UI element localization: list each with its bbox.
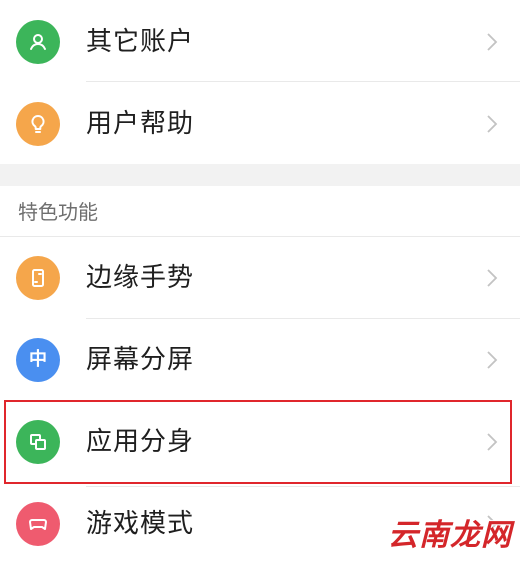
settings-item-label: 其它账户: [86, 27, 195, 57]
section-title: 特色功能: [18, 200, 98, 224]
chevron-right-icon: [487, 33, 498, 51]
watermark-logo: 云南龙网: [388, 518, 512, 553]
settings-item-label: 边缘手势: [86, 263, 195, 293]
phone-edge-icon: [16, 256, 60, 300]
settings-item-other-accounts[interactable]: 其它账户: [0, 2, 520, 82]
settings-item-app-clone[interactable]: 应用分身: [0, 402, 520, 482]
chevron-right-icon: [487, 269, 498, 287]
settings-item-edge-gestures[interactable]: 边缘手势: [0, 238, 520, 318]
settings-item-label: 屏幕分屏: [86, 345, 195, 375]
settings-item-split-screen[interactable]: 中 屏幕分屏: [0, 320, 520, 400]
divider: [86, 81, 520, 82]
split-screen-icon: 中: [16, 338, 60, 382]
chevron-right-icon: [487, 351, 498, 369]
settings-item-label: 应用分身: [86, 427, 195, 457]
settings-item-label: 游戏模式: [86, 509, 195, 539]
divider: [86, 318, 520, 319]
user-icon: [16, 20, 60, 64]
lightbulb-icon: [16, 102, 60, 146]
section-separator: [0, 164, 520, 186]
app-clone-icon: [16, 420, 60, 464]
chevron-right-icon: [487, 115, 498, 133]
gamepad-icon: [16, 502, 60, 546]
settings-item-label: 用户帮助: [86, 109, 195, 139]
settings-item-user-help[interactable]: 用户帮助: [0, 84, 520, 164]
chevron-right-icon: [487, 433, 498, 451]
divider: [0, 236, 520, 237]
settings-list: 其它账户 用户帮助 特色功能 边缘手势 中 屏幕分屏 应用分身 游戏模式 云南龙…: [0, 0, 520, 556]
